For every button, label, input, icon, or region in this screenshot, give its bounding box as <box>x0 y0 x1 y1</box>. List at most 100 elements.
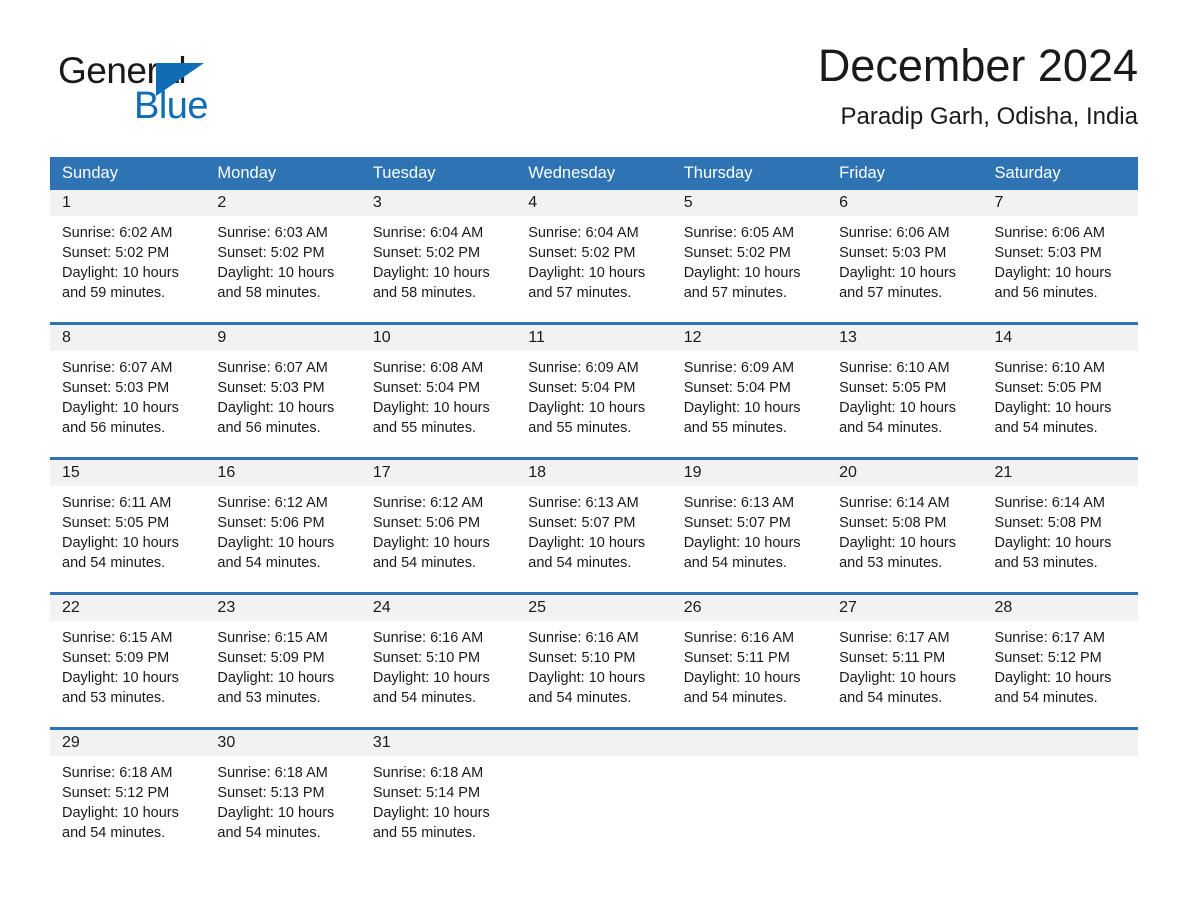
daylight-text-line1: Daylight: 10 hours <box>217 535 335 551</box>
daylight-text-line2: and 57 minutes. <box>683 285 787 301</box>
daylight-text-line1: Daylight: 10 hours <box>62 265 179 281</box>
daylight-text-line2: and 54 minutes. <box>839 690 943 706</box>
sunrise-text: Sunrise: 6:09 AM <box>528 360 639 376</box>
day-details: Sunrise: 6:05 AM Sunset: 5:02 PM Dayligh… <box>672 216 827 303</box>
sunrise-text: Sunrise: 6:18 AM <box>217 765 328 781</box>
daylight-text-line2: and 54 minutes. <box>62 555 166 571</box>
day-cell[interactable]: 31 Sunrise: 6:18 AM Sunset: 5:14 PM Dayl… <box>360 730 517 853</box>
daylight-text-line1: Daylight: 10 hours <box>839 265 956 281</box>
weekday-header-row: Sunday Monday Tuesday Wednesday Thursday… <box>50 157 1138 190</box>
day-cell[interactable]: 10 Sunrise: 6:08 AM Sunset: 5:04 PM Dayl… <box>360 325 517 448</box>
sunrise-text: Sunrise: 6:12 AM <box>217 495 328 511</box>
calendar-grid: Sunday Monday Tuesday Wednesday Thursday… <box>50 157 1138 853</box>
day-number: 25 <box>516 595 672 621</box>
day-cell[interactable]: 14 Sunrise: 6:10 AM Sunset: 5:05 PM Dayl… <box>982 325 1138 448</box>
day-details: Sunrise: 6:10 AM Sunset: 5:05 PM Dayligh… <box>983 351 1138 438</box>
sunrise-text: Sunrise: 6:03 AM <box>217 225 328 241</box>
day-cell[interactable]: 7 Sunrise: 6:06 AM Sunset: 5:03 PM Dayli… <box>982 190 1138 313</box>
day-details: Sunrise: 6:06 AM Sunset: 5:03 PM Dayligh… <box>983 216 1138 303</box>
day-cell[interactable]: 17 Sunrise: 6:12 AM Sunset: 5:06 PM Dayl… <box>360 460 517 583</box>
daylight-text-line1: Daylight: 10 hours <box>839 400 956 416</box>
day-details: Sunrise: 6:15 AM Sunset: 5:09 PM Dayligh… <box>50 621 205 708</box>
daylight-text-line2: and 53 minutes. <box>62 690 166 706</box>
day-cell[interactable]: 18 Sunrise: 6:13 AM Sunset: 5:07 PM Dayl… <box>516 460 672 583</box>
week-row: 15 Sunrise: 6:11 AM Sunset: 5:05 PM Dayl… <box>50 457 1138 583</box>
day-cell[interactable]: 20 Sunrise: 6:14 AM Sunset: 5:08 PM Dayl… <box>827 460 983 583</box>
day-cell[interactable]: 22 Sunrise: 6:15 AM Sunset: 5:09 PM Dayl… <box>50 595 206 718</box>
day-number: 8 <box>50 325 206 351</box>
sunset-text: Sunset: 5:09 PM <box>62 650 170 666</box>
day-cell[interactable]: 5 Sunrise: 6:05 AM Sunset: 5:02 PM Dayli… <box>671 190 828 313</box>
day-number: 2 <box>205 190 361 216</box>
daylight-text-line1: Daylight: 10 hours <box>62 670 179 686</box>
day-number: 23 <box>205 595 361 621</box>
daylight-text-line2: and 56 minutes. <box>217 420 321 436</box>
day-cell[interactable]: 23 Sunrise: 6:15 AM Sunset: 5:09 PM Dayl… <box>205 595 361 718</box>
sunrise-text: Sunrise: 6:13 AM <box>528 495 639 511</box>
day-details: Sunrise: 6:16 AM Sunset: 5:10 PM Dayligh… <box>361 621 516 708</box>
day-cell[interactable]: 11 Sunrise: 6:09 AM Sunset: 5:04 PM Dayl… <box>516 325 672 448</box>
daylight-text-line2: and 57 minutes. <box>528 285 632 301</box>
day-number: 20 <box>827 460 983 486</box>
sunset-text: Sunset: 5:04 PM <box>372 380 481 396</box>
daylight-text-line2: and 58 minutes. <box>217 285 321 301</box>
day-cell[interactable]: 8 Sunrise: 6:07 AM Sunset: 5:03 PM Dayli… <box>50 325 206 448</box>
day-cell[interactable]: 6 Sunrise: 6:06 AM Sunset: 5:03 PM Dayli… <box>827 190 983 313</box>
day-cell[interactable]: 25 Sunrise: 6:16 AM Sunset: 5:10 PM Dayl… <box>516 595 672 718</box>
day-cell[interactable]: 13 Sunrise: 6:10 AM Sunset: 5:05 PM Dayl… <box>827 325 983 448</box>
day-cell[interactable]: 28 Sunrise: 6:17 AM Sunset: 5:12 PM Dayl… <box>982 595 1138 718</box>
day-number: 27 <box>827 595 983 621</box>
daylight-text-line2: and 56 minutes. <box>994 285 1098 301</box>
daylight-text-line1: Daylight: 10 hours <box>994 535 1112 551</box>
day-cell[interactable]: 9 Sunrise: 6:07 AM Sunset: 5:03 PM Dayli… <box>205 325 361 448</box>
week-row: 8 Sunrise: 6:07 AM Sunset: 5:03 PM Dayli… <box>50 322 1138 448</box>
sunrise-text: Sunrise: 6:16 AM <box>683 630 795 646</box>
sunset-text: Sunset: 5:12 PM <box>62 785 170 801</box>
day-details: Sunrise: 6:07 AM Sunset: 5:03 PM Dayligh… <box>205 351 360 438</box>
sunrise-text: Sunrise: 6:07 AM <box>217 360 328 376</box>
daylight-text-line2: and 54 minutes. <box>994 420 1098 436</box>
day-details: Sunrise: 6:16 AM Sunset: 5:11 PM Dayligh… <box>672 621 827 708</box>
day-number: 13 <box>827 325 983 351</box>
daylight-text-line2: and 54 minutes. <box>528 555 632 571</box>
day-cell[interactable]: 16 Sunrise: 6:12 AM Sunset: 5:06 PM Dayl… <box>205 460 361 583</box>
sunset-text: Sunset: 5:02 PM <box>528 245 636 261</box>
day-details: Sunrise: 6:17 AM Sunset: 5:12 PM Dayligh… <box>983 621 1138 708</box>
day-cell[interactable]: 1 Sunrise: 6:02 AM Sunset: 5:02 PM Dayli… <box>50 190 206 313</box>
day-cell[interactable]: 29 Sunrise: 6:18 AM Sunset: 5:12 PM Dayl… <box>50 730 206 853</box>
daylight-text-line1: Daylight: 10 hours <box>372 400 490 416</box>
daylight-text-line2: and 56 minutes. <box>62 420 166 436</box>
day-cell[interactable]: 4 Sunrise: 6:04 AM Sunset: 5:02 PM Dayli… <box>516 190 672 313</box>
day-details: Sunrise: 6:13 AM Sunset: 5:07 PM Dayligh… <box>672 486 827 573</box>
day-details: Sunrise: 6:17 AM Sunset: 5:11 PM Dayligh… <box>827 621 982 708</box>
daylight-text-line1: Daylight: 10 hours <box>528 535 646 551</box>
day-cell[interactable]: 2 Sunrise: 6:03 AM Sunset: 5:02 PM Dayli… <box>205 190 361 313</box>
day-details: Sunrise: 6:15 AM Sunset: 5:09 PM Dayligh… <box>205 621 360 708</box>
day-cell[interactable]: 12 Sunrise: 6:09 AM Sunset: 5:04 PM Dayl… <box>671 325 828 448</box>
sunrise-text: Sunrise: 6:18 AM <box>372 765 484 781</box>
day-details: Sunrise: 6:12 AM Sunset: 5:06 PM Dayligh… <box>361 486 516 573</box>
sunrise-text: Sunrise: 6:12 AM <box>372 495 484 511</box>
day-cell[interactable]: 21 Sunrise: 6:14 AM Sunset: 5:08 PM Dayl… <box>982 460 1138 583</box>
sunset-text: Sunset: 5:07 PM <box>528 515 636 531</box>
day-cell[interactable]: 3 Sunrise: 6:04 AM Sunset: 5:02 PM Dayli… <box>360 190 517 313</box>
generalblue-logo[interactable]: General Blue <box>58 52 288 127</box>
day-number <box>671 730 828 756</box>
daylight-text-line1: Daylight: 10 hours <box>217 670 335 686</box>
day-cell[interactable]: 26 Sunrise: 6:16 AM Sunset: 5:11 PM Dayl… <box>671 595 828 718</box>
day-cell[interactable]: 19 Sunrise: 6:13 AM Sunset: 5:07 PM Dayl… <box>671 460 828 583</box>
day-cell[interactable]: 24 Sunrise: 6:16 AM Sunset: 5:10 PM Dayl… <box>360 595 517 718</box>
day-details: Sunrise: 6:02 AM Sunset: 5:02 PM Dayligh… <box>50 216 205 303</box>
day-cell[interactable]: 30 Sunrise: 6:18 AM Sunset: 5:13 PM Dayl… <box>205 730 361 853</box>
daylight-text-line2: and 55 minutes. <box>372 420 477 436</box>
day-details: Sunrise: 6:11 AM Sunset: 5:05 PM Dayligh… <box>50 486 205 573</box>
sunset-text: Sunset: 5:09 PM <box>217 650 325 666</box>
sunset-text: Sunset: 5:02 PM <box>372 245 481 261</box>
day-details: Sunrise: 6:18 AM Sunset: 5:13 PM Dayligh… <box>205 756 360 843</box>
sunrise-text: Sunrise: 6:15 AM <box>217 630 328 646</box>
day-cell[interactable]: 15 Sunrise: 6:11 AM Sunset: 5:05 PM Dayl… <box>50 460 206 583</box>
sunset-text: Sunset: 5:05 PM <box>839 380 947 396</box>
day-cell[interactable]: 27 Sunrise: 6:17 AM Sunset: 5:11 PM Dayl… <box>827 595 983 718</box>
daylight-text-line2: and 57 minutes. <box>839 285 943 301</box>
page-title: December 2024 <box>817 40 1138 91</box>
